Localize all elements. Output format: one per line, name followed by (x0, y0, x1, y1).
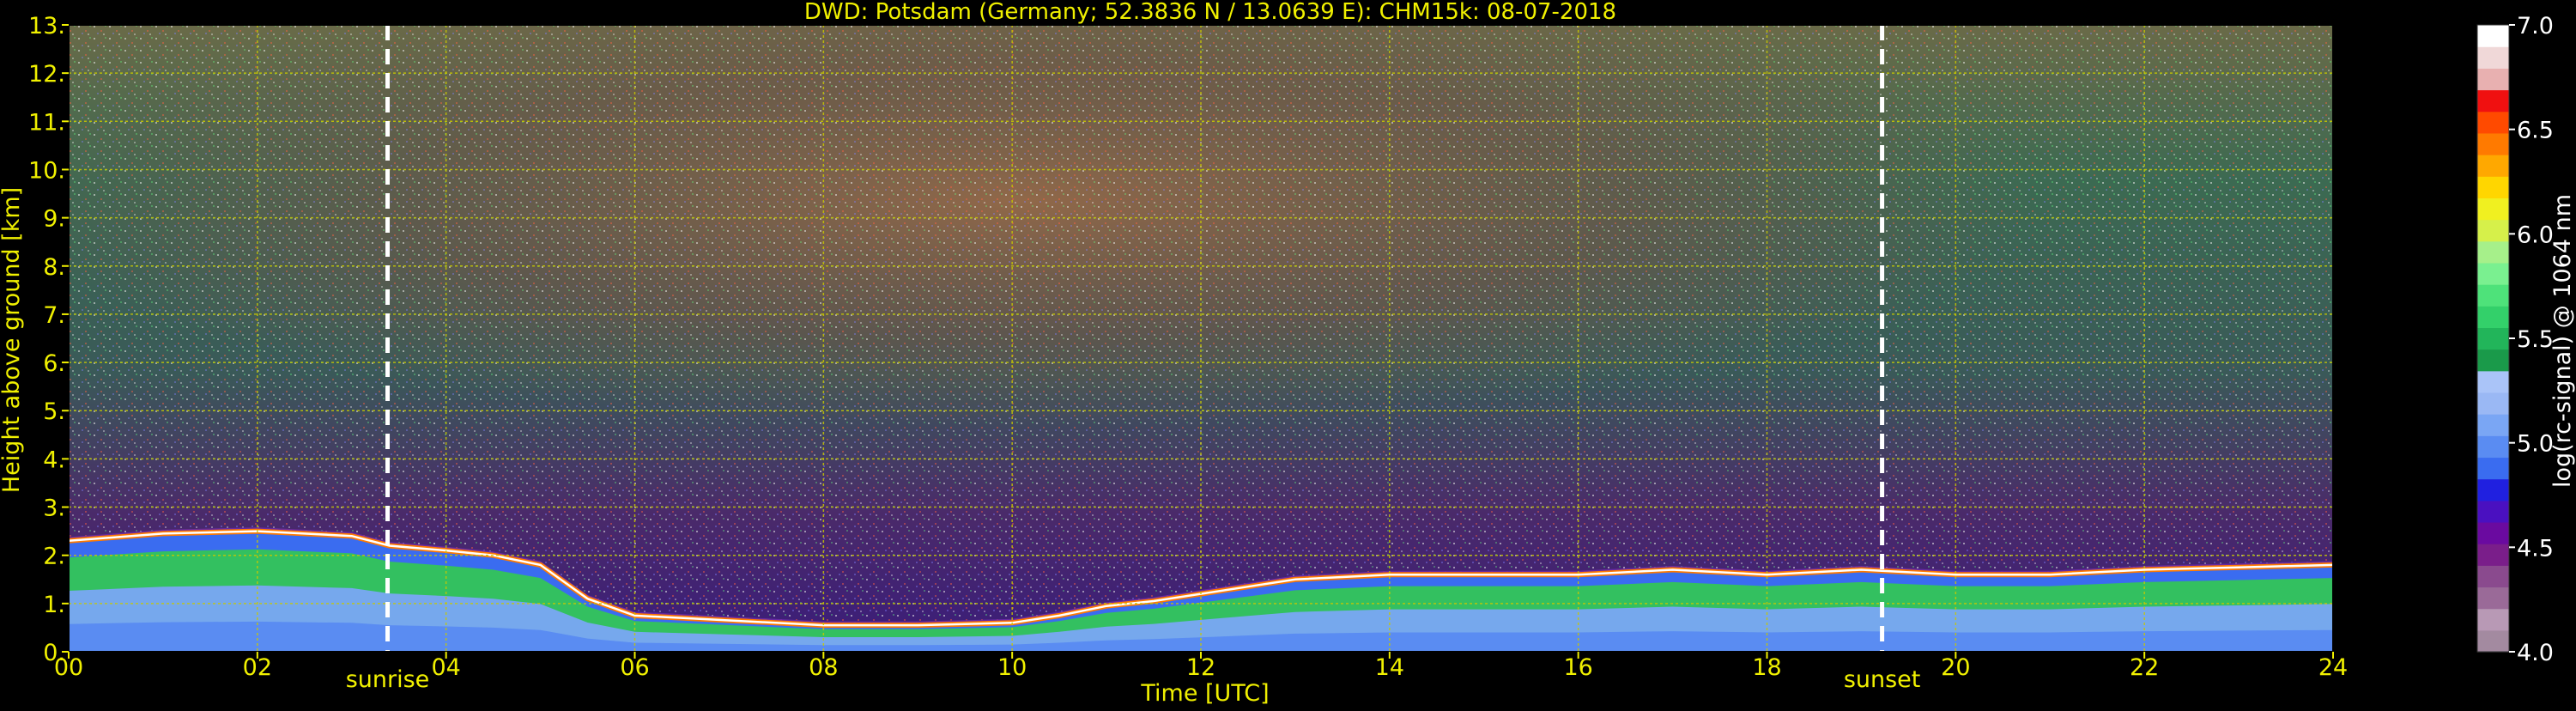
chart-title: DWD: Potsdam (Germany; 52.3836 N / 13.06… (804, 0, 1616, 25)
colorbar-swatch (2477, 565, 2509, 588)
colorbar-swatch (2477, 219, 2509, 242)
y-tick-label: 13. (28, 13, 65, 40)
colorbar-swatch (2477, 478, 2509, 501)
x-tick-label: 16 (1563, 654, 1592, 681)
ceilometer-chart: sunrise sunset 00 02 04 06 08 10 12 14 16 18 20 22 24… (0, 0, 2576, 708)
colorbar-swatch (2477, 586, 2509, 610)
colorbar-swatch (2477, 306, 2509, 329)
colorbar-swatch (2477, 89, 2509, 112)
y-tick-label: 5. (43, 398, 65, 425)
x-tick-label: 04 (431, 654, 460, 681)
colorbar-tick-label: 5.5 (2517, 326, 2554, 353)
y-tick-label: 4. (43, 447, 65, 473)
colorbar-swatch (2477, 198, 2509, 221)
colorbar-swatch (2477, 132, 2509, 155)
colorbar-swatch (2477, 629, 2509, 653)
y-tick-label: 10. (28, 157, 65, 184)
y-axis-label: Height above ground [km] (0, 187, 25, 493)
colorbar-swatch (2477, 521, 2509, 544)
y-tick-label: 2. (43, 544, 65, 570)
x-tick-label: 08 (809, 654, 838, 681)
colorbar-swatch (2477, 46, 2509, 69)
colorbar-label: log(rc-signal) @ 1064 nm (2549, 194, 2576, 488)
x-tick-label: 24 (2318, 654, 2348, 681)
x-tick-label: 06 (620, 654, 649, 681)
y-tick-label: 8. (43, 254, 65, 281)
colorbar-swatch (2477, 435, 2509, 459)
colorbar-swatch (2477, 240, 2509, 264)
x-tick-label: 12 (1186, 654, 1215, 681)
colorbar-swatch (2477, 349, 2509, 372)
colorbar-tick-label: 4.5 (2517, 535, 2554, 562)
y-tick-label: 9. (43, 206, 65, 233)
colorbar-tick-label: 4.0 (2517, 640, 2554, 666)
colorbar-tick-label: 7.0 (2517, 13, 2554, 40)
x-axis-label: Time [UTC] (1140, 680, 1269, 707)
x-tick-label: 10 (997, 654, 1027, 681)
y-tick-label: 6. (43, 350, 65, 377)
x-tick-label: 20 (1941, 654, 1970, 681)
x-tick-label: 02 (243, 654, 272, 681)
colorbar-swatch (2477, 370, 2509, 393)
colorbar-swatch (2477, 414, 2509, 436)
y-tick-label: 7. (43, 302, 65, 329)
colorbar-swatch (2477, 176, 2509, 198)
colorbar-swatch (2477, 68, 2509, 91)
colorbar-swatch (2477, 457, 2509, 480)
y-tick-label: 1. (43, 592, 65, 618)
colorbar-swatch (2477, 500, 2509, 523)
y-tick-label: 3. (43, 495, 65, 522)
colorbar-swatch (2477, 544, 2509, 566)
chart-svg: sunrise sunset 00 02 04 06 08 10 12 14 16 18 20 22 24… (0, 0, 2576, 707)
x-tick-label: 14 (1375, 654, 1404, 681)
colorbar-swatch (2477, 327, 2509, 350)
colorbar-swatch (2477, 155, 2509, 177)
colorbar-swatch (2477, 284, 2509, 307)
y-tick-label: 12. (28, 61, 65, 88)
colorbar-swatch (2477, 608, 2509, 631)
colorbar-tick-label: 6.5 (2517, 118, 2554, 144)
y-tick-label: 0. (43, 640, 65, 666)
x-tick-label: 18 (1752, 654, 1781, 681)
colorbar-swatch (2477, 111, 2509, 134)
x-tick-label: 22 (2130, 654, 2159, 681)
colorbar-tick-label: 6.0 (2517, 222, 2554, 248)
colorbar: 4.0 4.5 5.0 5.5 6.0 6.5 7.0 (2476, 13, 2554, 666)
colorbar-swatch (2477, 262, 2509, 285)
sunrise-label: sunrise (346, 666, 430, 693)
colorbar-swatch (2477, 25, 2509, 47)
y-tick-label: 11. (28, 109, 65, 136)
sunset-label: sunset (1844, 666, 1921, 693)
colorbar-swatch (2477, 392, 2509, 415)
colorbar-tick-label: 5.0 (2517, 431, 2554, 458)
